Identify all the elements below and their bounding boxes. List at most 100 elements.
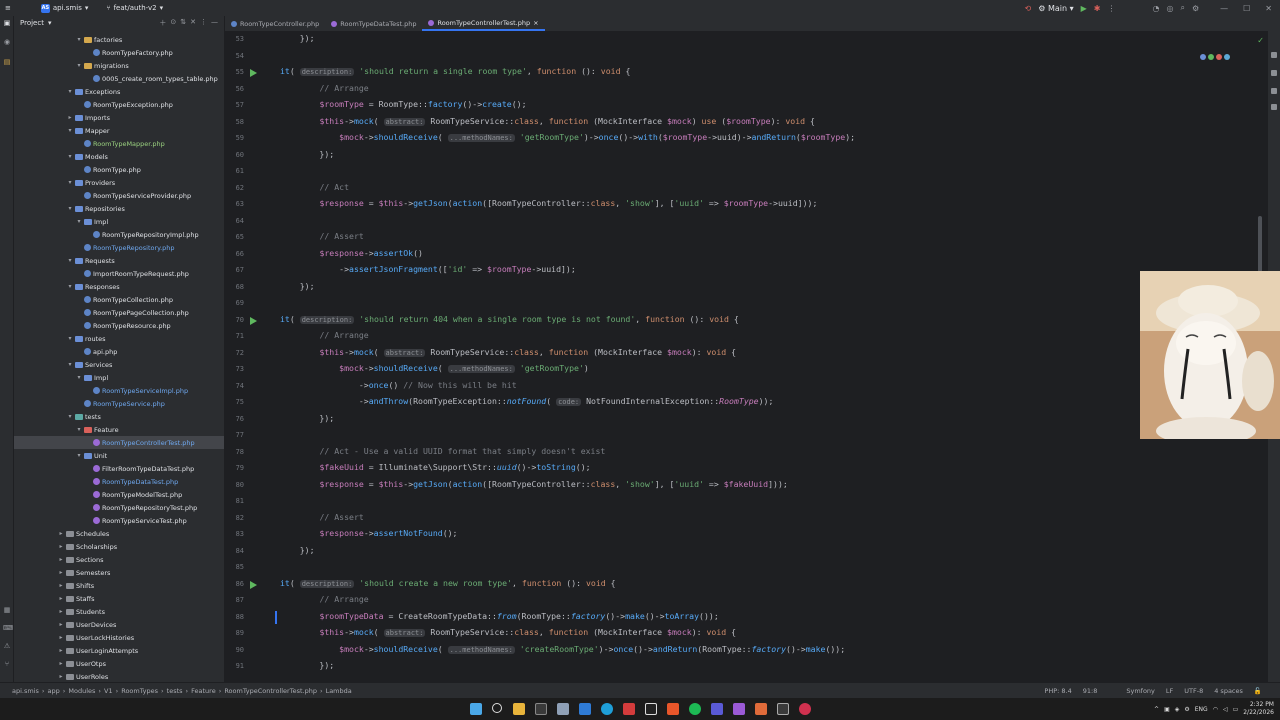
collapse-all-icon[interactable]: ✕ xyxy=(190,18,196,28)
chevron-right-icon[interactable]: ▸ xyxy=(67,114,73,121)
search-icon[interactable] xyxy=(492,703,502,713)
app-icon-3[interactable] xyxy=(579,703,591,715)
chevron-down-icon[interactable]: ▾ xyxy=(76,62,82,69)
chevron-down-icon[interactable]: ▾ xyxy=(76,218,82,225)
chevron-right-icon[interactable]: ▸ xyxy=(58,530,64,537)
tree-folder[interactable]: ▸ Staffs xyxy=(58,592,94,605)
chevron-down-icon[interactable]: ▾ xyxy=(67,335,73,342)
tree-file[interactable]: RoomTypeFactory.php xyxy=(93,46,173,59)
code-line[interactable]: it( description: 'should return 404 when… xyxy=(280,313,739,326)
chevron-right-icon[interactable]: ▸ xyxy=(58,608,64,615)
folder-icon[interactable]: ▣ xyxy=(3,19,11,27)
breadcrumb-item[interactable]: V1 xyxy=(104,687,113,695)
tree-file[interactable]: RoomTypeService.php xyxy=(84,397,165,410)
git-icon[interactable]: ⑂ xyxy=(3,660,11,668)
tree-folder[interactable]: ▾ factories xyxy=(76,33,122,46)
indent-setting[interactable]: 4 spaces xyxy=(1214,687,1243,695)
tree-folder[interactable]: ▾ Impl xyxy=(76,371,108,384)
run-config-selector[interactable]: ⚙ Main ▾ xyxy=(1038,4,1073,13)
chevron-down-icon[interactable]: ▾ xyxy=(76,426,82,433)
tree-file[interactable]: RoomTypeServiceTest.php xyxy=(93,514,187,527)
breadcrumb-item[interactable]: api.smis xyxy=(12,687,39,695)
code-line[interactable]: // Assert xyxy=(280,511,363,524)
tree-file[interactable]: RoomTypeControllerTest.php xyxy=(14,436,224,449)
language-indicator[interactable]: ENG xyxy=(1195,706,1208,713)
chevron-right-icon[interactable]: ▸ xyxy=(58,569,64,576)
code-line[interactable]: }); xyxy=(280,280,315,293)
editor-scrollbar[interactable] xyxy=(1258,216,1262,276)
chevron-down-icon[interactable]: ▾ xyxy=(67,413,73,420)
code-line[interactable]: // Arrange xyxy=(280,593,368,606)
file-explorer-icon[interactable] xyxy=(513,703,525,715)
code-line[interactable]: $response = $this->getJson(action([RoomT… xyxy=(280,478,787,491)
breadcrumb-item[interactable]: tests xyxy=(167,687,183,695)
tree-folder[interactable]: ▸ UserDevices xyxy=(58,618,116,631)
tree-file[interactable]: RoomTypeServiceProvider.php xyxy=(84,189,191,202)
tree-file[interactable]: RoomTypeMapper.php xyxy=(84,137,165,150)
code-line[interactable]: $response = $this->getJson(action([RoomT… xyxy=(280,197,817,210)
tree-folder[interactable]: ▸ Imports xyxy=(67,111,109,124)
chevron-down-icon[interactable]: ▾ xyxy=(67,283,73,290)
tree-folder[interactable]: ▸ UserLockHistories xyxy=(58,631,134,644)
chevron-right-icon[interactable]: ▸ xyxy=(58,543,64,550)
battery-icon[interactable]: ▭ xyxy=(1233,706,1239,713)
notifications-icon[interactable]: ◔ xyxy=(1153,4,1160,13)
tree-folder[interactable]: ▸ UserLoginAttempts xyxy=(58,644,138,657)
tree-file[interactable]: RoomType.php xyxy=(84,163,141,176)
app-icon-2[interactable] xyxy=(557,703,569,715)
run-test-icon[interactable] xyxy=(250,69,257,77)
chevron-right-icon[interactable]: ▸ xyxy=(58,556,64,563)
run-test-icon[interactable] xyxy=(250,580,257,589)
edge-icon[interactable] xyxy=(1224,54,1230,60)
tree-file[interactable]: 0005_create_room_types_table.php xyxy=(93,72,218,85)
locate-icon[interactable]: ⊙ xyxy=(170,18,176,28)
breadcrumb-item[interactable]: Lambda xyxy=(326,687,352,695)
expand-all-icon[interactable]: ⇅ xyxy=(180,18,186,28)
tree-file[interactable]: RoomTypeException.php xyxy=(84,98,173,111)
line-separator[interactable]: LF xyxy=(1166,687,1173,695)
search-icon[interactable]: ⌕ xyxy=(1180,3,1184,13)
code-line[interactable]: }); xyxy=(280,32,315,45)
volume-icon[interactable]: ◁ xyxy=(1223,706,1228,713)
chevron-right-icon[interactable]: ▸ xyxy=(58,595,64,602)
tree-file[interactable]: RoomTypeServiceImpl.php xyxy=(93,384,188,397)
notifications-panel-icon[interactable] xyxy=(1271,52,1277,58)
tray-icon-3[interactable]: ⚙ xyxy=(1184,706,1189,713)
tree-file[interactable]: api.php xyxy=(84,345,117,358)
tray-icon-1[interactable]: ▣ xyxy=(1164,706,1170,713)
app-icon-9[interactable] xyxy=(799,703,811,715)
run-test-icon[interactable] xyxy=(250,316,257,325)
app-icon-7[interactable] xyxy=(755,703,767,715)
code-line[interactable]: $fakeUuid = Illuminate\Support\Str::uuid… xyxy=(280,461,590,474)
tree-file[interactable]: ImportRoomTypeRequest.php xyxy=(84,267,189,280)
chevron-down-icon[interactable]: ▾ xyxy=(67,153,73,160)
app-icon-8[interactable] xyxy=(777,703,789,715)
tree-file[interactable]: RoomTypeCollection.php xyxy=(84,293,173,306)
chevron-down-icon[interactable]: ▾ xyxy=(67,88,73,95)
tree-folder[interactable]: ▾ migrations xyxy=(76,59,128,72)
ai-icon[interactable]: ◎ xyxy=(1166,4,1173,13)
wifi-icon[interactable]: ◠ xyxy=(1213,706,1218,713)
tree-folder[interactable]: ▸ Shifts xyxy=(58,579,94,592)
tree-folder[interactable]: ▸ Sections xyxy=(58,553,103,566)
problems-icon[interactable]: ⚠ xyxy=(3,642,11,650)
chevron-down-icon[interactable]: ▾ xyxy=(67,205,73,212)
tree-folder[interactable]: ▸ Semesters xyxy=(58,566,110,579)
code-line[interactable]: $response->assertOk() xyxy=(280,247,423,260)
app-icon-1[interactable] xyxy=(535,703,547,715)
more-icon[interactable]: ⋮ xyxy=(1108,4,1116,13)
project-panel-title[interactable]: Project xyxy=(20,19,44,27)
edge-icon[interactable] xyxy=(601,703,613,715)
tree-file[interactable]: RoomTypeRepository.php xyxy=(84,241,175,254)
code-line[interactable]: $mock->shouldReceive( ...methodNames: 'g… xyxy=(280,131,855,144)
tree-folder[interactable]: ▾ tests xyxy=(67,410,100,423)
tree-folder[interactable]: ▾ Responses xyxy=(67,280,119,293)
tray-chevron-icon[interactable]: ^ xyxy=(1154,706,1159,713)
tree-folder[interactable]: ▾ Feature xyxy=(76,423,118,436)
tree-folder[interactable]: ▾ Services xyxy=(67,358,112,371)
tree-file[interactable]: RoomTypeRepositoryImpl.php xyxy=(93,228,199,241)
debug-icon[interactable]: ✱ xyxy=(1094,4,1101,13)
chevron-down-icon[interactable]: ▾ xyxy=(48,19,52,27)
chevron-right-icon[interactable]: ▸ xyxy=(58,634,64,641)
tree-folder[interactable]: ▾ Repositories xyxy=(67,202,124,215)
